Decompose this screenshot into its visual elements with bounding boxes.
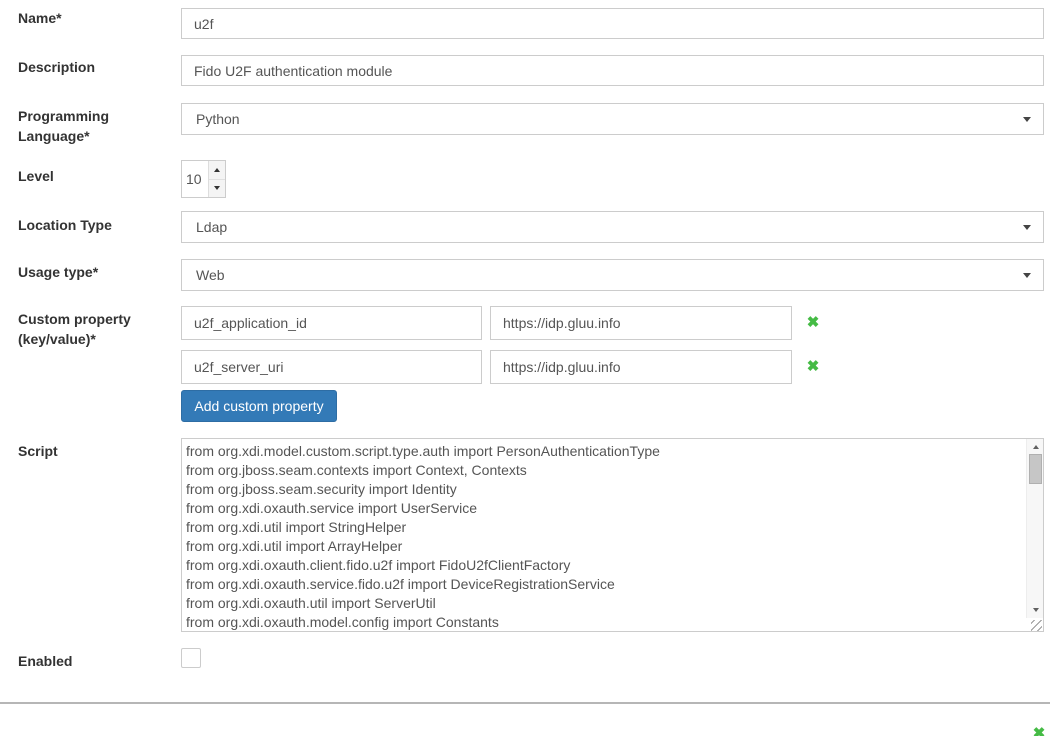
usage-type-label: Usage type* xyxy=(18,262,170,282)
custom-property-key-input[interactable] xyxy=(181,350,482,384)
script-scrollbar[interactable] xyxy=(1026,439,1043,618)
programming-language-select-wrap: Python xyxy=(181,103,1044,135)
usage-type-select-wrap: Web xyxy=(181,259,1044,291)
custom-property-key-input[interactable] xyxy=(181,306,482,340)
scrollbar-thumb[interactable] xyxy=(1029,454,1042,484)
spinner-down-button[interactable] xyxy=(209,180,225,198)
arrow-down-icon xyxy=(214,186,220,190)
description-label: Description xyxy=(18,57,170,77)
delete-property-icon[interactable]: ✖ xyxy=(803,358,823,376)
enabled-label: Enabled xyxy=(18,651,170,671)
custom-script-form: Name* Description Programming Language* … xyxy=(0,0,1050,736)
spinner-up-button[interactable] xyxy=(209,161,225,180)
textarea-resize-handle[interactable] xyxy=(1031,620,1042,631)
delete-property-icon[interactable]: ✖ xyxy=(803,314,823,332)
arrow-down-icon xyxy=(1033,608,1039,612)
delete-icon[interactable]: ✖ xyxy=(1029,724,1049,736)
location-type-select-wrap: Ldap xyxy=(181,211,1044,243)
level-label: Level xyxy=(18,166,170,186)
custom-property-label: Custom property (key/value)* xyxy=(18,309,170,349)
level-spinner xyxy=(208,161,225,197)
description-input[interactable] xyxy=(181,55,1044,86)
scrollbar-down-button[interactable] xyxy=(1027,602,1044,618)
name-input[interactable] xyxy=(181,8,1044,39)
add-custom-property-button[interactable]: Add custom property xyxy=(181,390,337,422)
script-label: Script xyxy=(18,441,170,461)
usage-type-select[interactable]: Web xyxy=(181,259,1044,291)
programming-language-select[interactable]: Python xyxy=(181,103,1044,135)
level-stepper xyxy=(181,160,226,198)
scrollbar-up-button[interactable] xyxy=(1027,439,1044,455)
custom-property-value-input[interactable] xyxy=(490,350,792,384)
script-textarea[interactable]: from org.xdi.model.custom.script.type.au… xyxy=(181,438,1044,632)
programming-language-label: Programming Language* xyxy=(18,106,170,146)
arrow-up-icon xyxy=(214,168,220,172)
level-input[interactable] xyxy=(182,161,208,197)
name-label: Name* xyxy=(18,8,170,28)
custom-property-value-input[interactable] xyxy=(490,306,792,340)
location-type-label: Location Type xyxy=(18,215,170,235)
enabled-checkbox[interactable] xyxy=(181,648,201,668)
footer-divider xyxy=(0,702,1050,704)
location-type-select[interactable]: Ldap xyxy=(181,211,1044,243)
arrow-up-icon xyxy=(1033,445,1039,449)
